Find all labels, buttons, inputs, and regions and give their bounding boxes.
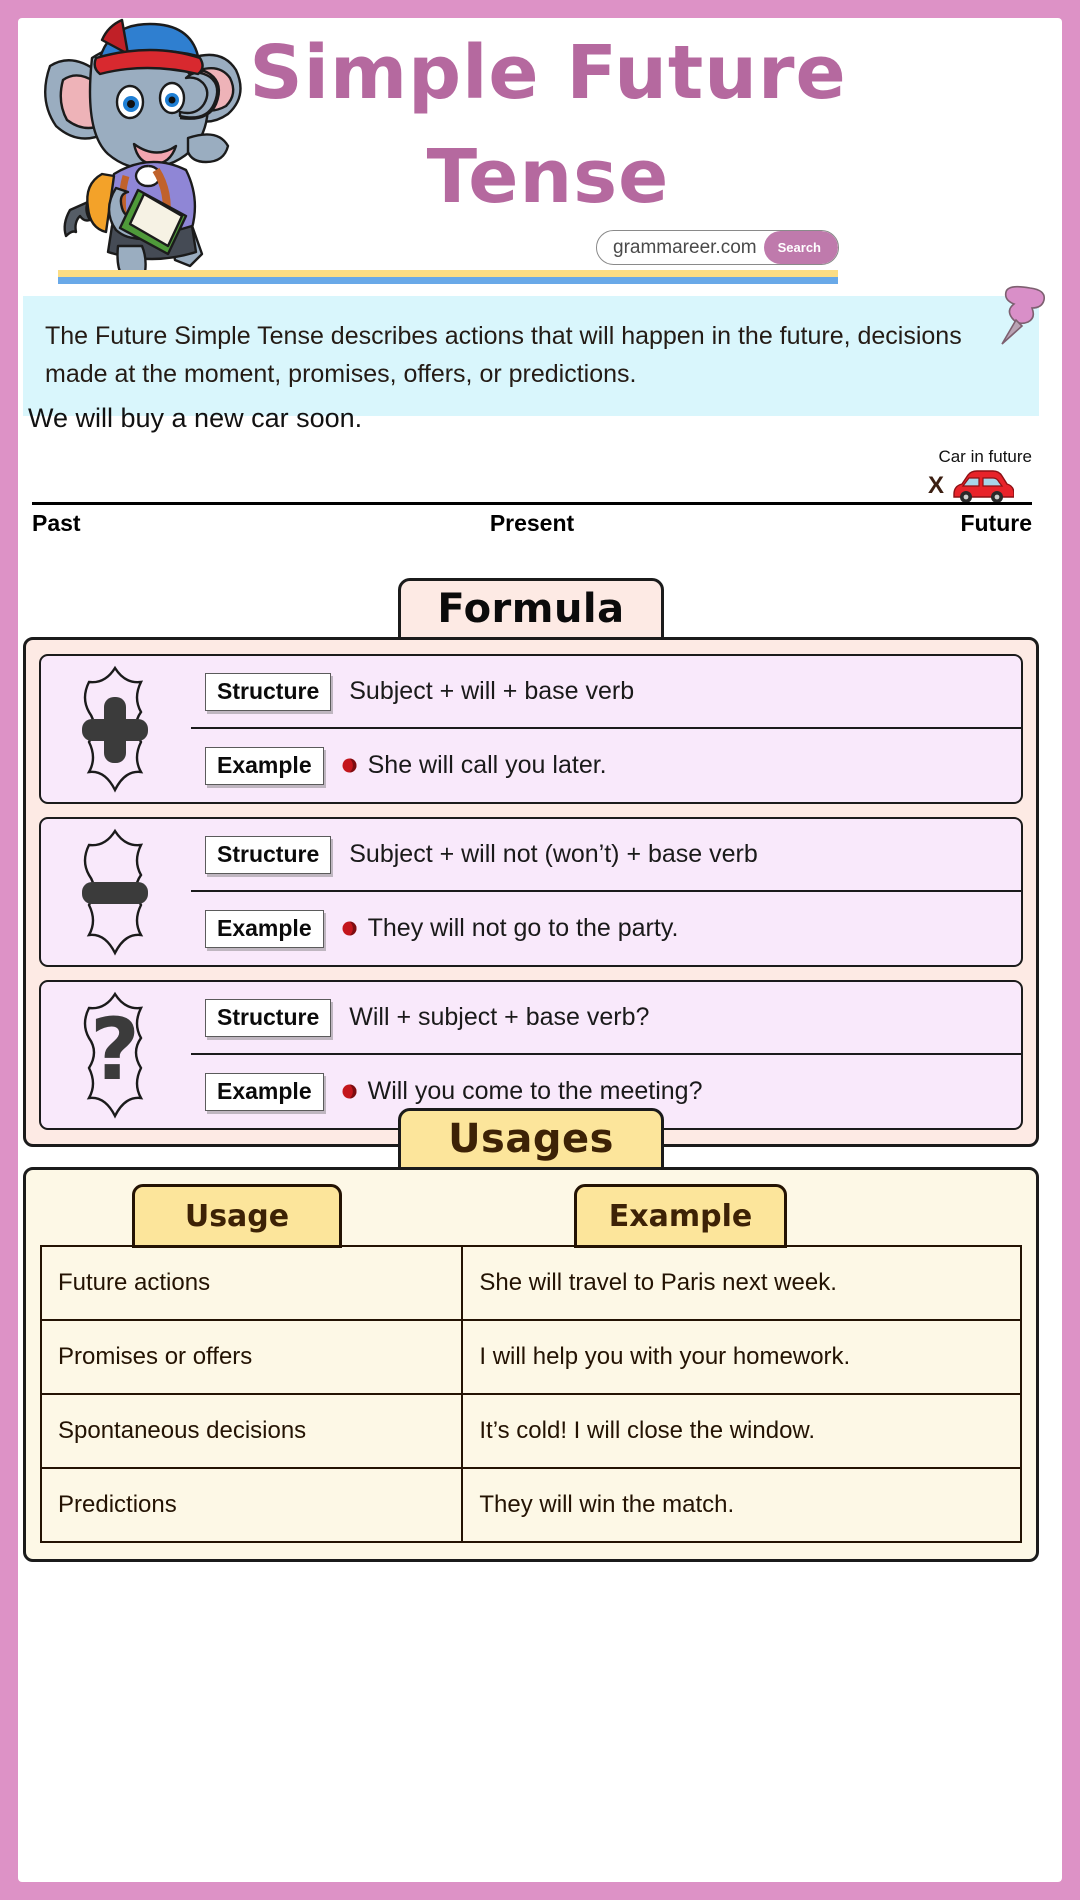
formula-row-affirmative: Structure Subject + will + base verb Exa… — [39, 654, 1023, 804]
timeline-label-future: Future — [960, 510, 1032, 536]
example-sentence: We will buy a new car soon. — [28, 403, 363, 433]
example-value-wrap: Will you come to the meeting? — [342, 1077, 703, 1106]
column-header-example-label: Example — [608, 1198, 753, 1234]
structure-value: Will + subject + base verb? — [349, 1003, 650, 1031]
table-row: Spontaneous decisions It’s cold! I will … — [39, 1393, 1022, 1469]
bullet-icon — [342, 1084, 357, 1099]
usages-tab: Usages — [398, 1108, 664, 1170]
car-icon — [953, 470, 1014, 503]
cell-example: They will win the match. — [461, 1467, 1022, 1543]
cell-example: It’s cold! I will close the window. — [461, 1393, 1022, 1469]
divider-bar-yellow — [58, 270, 838, 277]
example-label: Example — [205, 909, 324, 948]
search-button[interactable]: Search — [763, 231, 838, 264]
structure-label: Structure — [205, 835, 332, 874]
elephant-mascot-icon — [44, 18, 242, 279]
example-value: She will call you later. — [367, 751, 607, 779]
structure-label: Structure — [205, 998, 332, 1037]
page-title-text: Simple Future Tense — [249, 30, 847, 220]
page-title: Simple Future Tense — [248, 22, 848, 229]
divider-bar-blue — [58, 277, 838, 284]
search-bar[interactable]: grammareer.com Search — [596, 230, 839, 265]
usages-column-headers: Usage Example — [40, 1184, 1022, 1248]
timeline-marker: X — [927, 472, 944, 499]
intro-text: The Future Simple Tense describes action… — [45, 322, 962, 388]
example-label: Example — [205, 1072, 324, 1111]
table-row: Promises or offers I will help you with … — [39, 1319, 1022, 1395]
search-input[interactable]: grammareer.com — [597, 237, 764, 259]
structure-value: Subject + will + base verb — [349, 677, 635, 705]
minus-icon — [82, 828, 148, 956]
example-value-wrap: She will call you later. — [342, 751, 607, 780]
cell-example: I will help you with your homework. — [461, 1319, 1022, 1395]
usages-table: Future actions She will travel to Paris … — [39, 1245, 1022, 1543]
table-row: Future actions She will travel to Paris … — [39, 1245, 1022, 1321]
svg-text:?: ? — [90, 1000, 140, 1100]
usages-panel: Usage Example Future actions She will tr… — [23, 1167, 1039, 1562]
formula-row-negative: Structure Subject + will not (won’t) + b… — [39, 817, 1023, 967]
column-header-example: Example — [574, 1184, 787, 1248]
question-icon: ? — [83, 991, 144, 1119]
worksheet-page: Simple Future Tense grammareer.com Searc… — [18, 18, 1062, 1882]
timeline-axis — [32, 502, 1032, 505]
divider — [58, 270, 838, 284]
header: Simple Future Tense grammareer.com Searc… — [18, 18, 1062, 308]
usages-tab-label: Usages — [448, 1116, 614, 1162]
cell-usage: Spontaneous decisions — [39, 1393, 464, 1469]
cell-usage: Future actions — [39, 1245, 464, 1321]
example-value-wrap: They will not go to the party. — [342, 914, 679, 943]
timeline-label-present: Present — [489, 510, 575, 536]
bullet-icon — [342, 758, 357, 773]
table-row: Predictions They will win the match. — [39, 1467, 1022, 1543]
formula-tab: Formula — [398, 578, 664, 640]
formula-structure-line: Structure Subject + will not (won’t) + b… — [191, 819, 1021, 892]
formula-panel: Structure Subject + will + base verb Exa… — [23, 637, 1039, 1147]
example-value: They will not go to the party. — [367, 914, 679, 942]
timeline: Car in future X Past Present Future — [32, 447, 1032, 543]
structure-label: Structure — [205, 672, 332, 711]
example-value: Will you come to the meeting? — [367, 1077, 703, 1105]
formula-tab-label: Formula — [437, 586, 625, 632]
usages-section: Usages Usage Example Future actions She … — [23, 1108, 1039, 1562]
formula-structure-line: Structure Subject + will + base verb — [191, 656, 1021, 729]
formula-section: Formula Structure Subject + will + base … — [23, 578, 1039, 1147]
cell-usage: Promises or offers — [39, 1319, 464, 1395]
formula-example-line: Example She will call you later. — [191, 729, 1021, 802]
pushpin-icon — [1001, 285, 1046, 345]
example-label: Example — [205, 746, 324, 785]
cell-example: She will travel to Paris next week. — [461, 1245, 1022, 1321]
plus-icon — [82, 665, 148, 793]
structure-value: Subject + will not (won’t) + base verb — [349, 840, 758, 868]
intro-box: The Future Simple Tense describes action… — [23, 296, 1039, 416]
formula-example-line: Example They will not go to the party. — [191, 892, 1021, 965]
column-header-usage-label: Usage — [184, 1198, 290, 1234]
cell-usage: Predictions — [39, 1467, 464, 1543]
formula-structure-line: Structure Will + subject + base verb? — [191, 982, 1021, 1055]
timeline-label-past: Past — [32, 510, 81, 536]
timeline-caption: Car in future — [938, 447, 1032, 466]
column-header-usage: Usage — [132, 1184, 342, 1248]
bullet-icon — [342, 921, 357, 936]
